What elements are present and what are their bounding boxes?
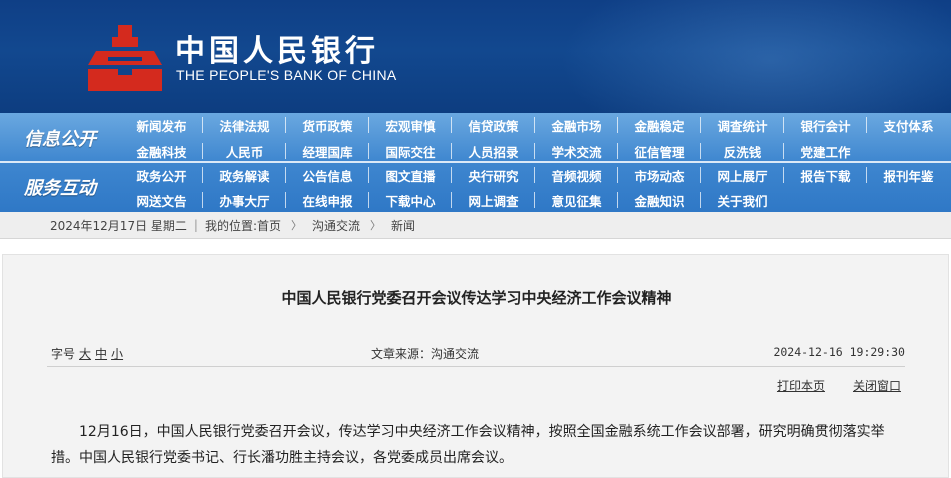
nav-item[interactable]: 办事大厅 — [203, 188, 286, 212]
nav-item[interactable]: 金融科技 — [120, 139, 203, 163]
nav-item[interactable]: 网送文告 — [120, 188, 203, 212]
breadcrumb-home-link[interactable]: 首页 — [257, 217, 281, 234]
nav-item[interactable]: 关于我们 — [701, 188, 784, 212]
bank-name-cn: 中国人民银行 — [175, 34, 379, 69]
pboc-logo-icon[interactable] — [88, 25, 162, 91]
chevron-right-icon: 〉 — [370, 219, 382, 232]
nav-item[interactable]: 在线申报 — [286, 188, 369, 212]
nav-item[interactable]: 网上调查 — [452, 188, 535, 212]
nav-item[interactable]: 金融稳定 — [618, 113, 701, 137]
nav-item[interactable]: 信贷政策 — [452, 113, 535, 137]
nav-section-info-disclosure: 信息公开 — [24, 129, 96, 150]
nav-item[interactable]: 意见征集 — [535, 188, 618, 212]
header-banner: 中国人民银行 THE PEOPLE'S BANK OF CHINA — [0, 0, 951, 113]
chevron-right-icon: 〉 — [291, 219, 303, 232]
font-large-link[interactable]: 大 — [79, 347, 91, 361]
nav-item[interactable]: 市场动态 — [618, 163, 701, 187]
font-small-link[interactable]: 小 — [111, 347, 123, 361]
article-source: 文章来源：沟通交流 — [371, 347, 480, 361]
nav-row-1: 新闻发布 法律法规 货币政策 宏观审慎 信贷政策 金融市场 金融稳定 调查统计 … — [120, 113, 950, 137]
nav-item[interactable]: 反洗钱 — [701, 139, 784, 163]
nav-item[interactable]: 国际交往 — [369, 139, 452, 163]
nav-item[interactable]: 新闻发布 — [120, 113, 203, 137]
nav-item[interactable]: 人员招录 — [452, 139, 535, 163]
main-nav: 信息公开 服务互动 新闻发布 法律法规 货币政策 宏观审慎 信贷政策 金融市场 … — [0, 113, 951, 212]
nav-row-2: 金融科技 人民币 经理国库 国际交往 人员招录 学术交流 征信管理 反洗钱 党建… — [120, 139, 867, 163]
article-datetime: 2024-12-16 19:29:30 — [773, 345, 905, 359]
banner-glow — [560, 0, 951, 113]
nav-item[interactable]: 音频视频 — [535, 163, 618, 187]
article-panel: 中国人民银行党委召开会议传达学习中央经济工作会议精神 字号大中小 文章来源：沟通… — [2, 254, 949, 478]
article-meta: 字号大中小 文章来源：沟通交流 2024-12-16 19:29:30 — [47, 337, 905, 367]
article-title: 中国人民银行党委召开会议传达学习中央经济工作会议精神 — [281, 289, 672, 307]
bank-name-en: THE PEOPLE'S BANK OF CHINA — [176, 67, 397, 83]
nav-item[interactable]: 党建工作 — [784, 139, 867, 163]
font-size-label: 字号 — [51, 347, 76, 361]
nav-item[interactable]: 人民币 — [203, 139, 286, 163]
print-page-link[interactable]: 打印本页 — [777, 379, 825, 393]
nav-item[interactable]: 调查统计 — [701, 113, 784, 137]
nav-item[interactable]: 货币政策 — [286, 113, 369, 137]
location-label: 我的位置: — [204, 218, 257, 233]
nav-item[interactable]: 报刊年鉴 — [867, 163, 950, 187]
nav-item[interactable]: 政务解读 — [203, 163, 286, 187]
nav-section-service-interaction: 服务互动 — [24, 178, 96, 199]
nav-item[interactable]: 央行研究 — [452, 163, 535, 187]
nav-item[interactable]: 公告信息 — [286, 163, 369, 187]
nav-item[interactable]: 法律法规 — [203, 113, 286, 137]
close-window-link[interactable]: 关闭窗口 — [853, 379, 901, 393]
nav-item[interactable]: 下载中心 — [369, 188, 452, 212]
article-tools: 打印本页 关闭窗口 — [749, 377, 901, 394]
nav-item[interactable]: 金融知识 — [618, 188, 701, 212]
breadcrumb-separator: | — [193, 218, 198, 232]
nav-item[interactable]: 银行会计 — [784, 113, 867, 137]
nav-item[interactable]: 报告下载 — [784, 163, 867, 187]
nav-item[interactable]: 金融市场 — [535, 113, 618, 137]
nav-item[interactable]: 图文直播 — [369, 163, 452, 187]
font-medium-link[interactable]: 中 — [95, 347, 107, 361]
nav-item[interactable]: 征信管理 — [618, 139, 701, 163]
nav-item[interactable]: 经理国库 — [286, 139, 369, 163]
nav-item[interactable]: 政务公开 — [120, 163, 203, 187]
nav-item[interactable]: 支付体系 — [867, 113, 950, 137]
current-date: 2024年12月17日 星期二 — [50, 218, 187, 233]
breadcrumb: 2024年12月17日 星期二 | 我的位置: 首页 〉 沟通交流 〉 新闻 — [0, 212, 951, 239]
article-body: 12月16日，中国人民银行党委召开会议，传达学习中央经济工作会议精神，按照全国金… — [51, 424, 885, 466]
breadcrumb-news-link[interactable]: 新闻 — [391, 217, 415, 234]
nav-row-4: 网送文告 办事大厅 在线申报 下载中心 网上调查 意见征集 金融知识 关于我们 — [120, 188, 784, 212]
nav-item[interactable]: 宏观审慎 — [369, 113, 452, 137]
breadcrumb-communication-link[interactable]: 沟通交流 — [312, 217, 360, 234]
nav-item[interactable]: 网上展厅 — [701, 163, 784, 187]
nav-item[interactable]: 学术交流 — [535, 139, 618, 163]
nav-row-3: 政务公开 政务解读 公告信息 图文直播 央行研究 音频视频 市场动态 网上展厅 … — [120, 163, 950, 187]
font-size-controls: 字号大中小 — [51, 345, 123, 362]
